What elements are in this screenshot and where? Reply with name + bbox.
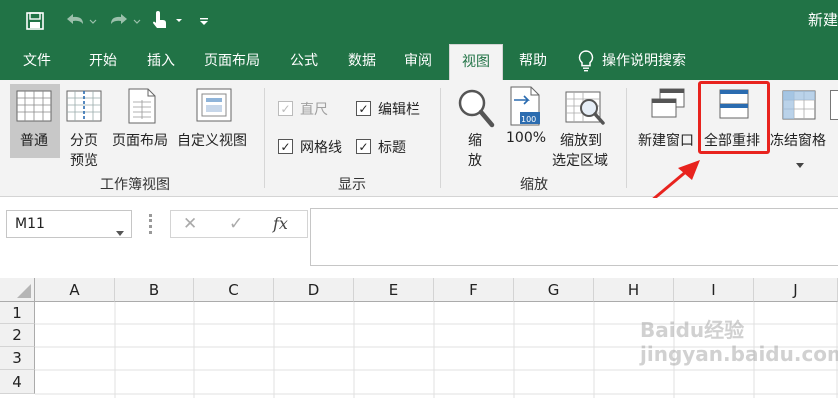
ruler-label: 直尺	[300, 102, 328, 118]
group-separator	[264, 88, 265, 188]
tab-formulas[interactable]: 公式	[276, 42, 332, 80]
custom-views-icon[interactable]	[196, 88, 232, 126]
baidu-watermark: Baidu经验 jingyan.baidu.com	[640, 318, 838, 388]
page-break-preview-label-1: 分页	[70, 133, 98, 149]
tab-review[interactable]: 审阅	[390, 42, 446, 80]
page-break-preview-icon[interactable]	[66, 90, 102, 126]
formula-input[interactable]	[310, 208, 838, 266]
group-separator	[440, 88, 441, 188]
formula-bar-area: M11 ✕ ✓ fx	[0, 198, 838, 276]
zoom-label-2: 放	[468, 153, 482, 169]
gridlines-checkbox[interactable]: ✓	[278, 139, 293, 154]
name-box-value: M11	[15, 216, 45, 232]
formula-buttons: ✕ ✓ fx	[170, 210, 308, 238]
tell-me-search[interactable]: 操作说明搜索	[602, 42, 702, 80]
insert-function-icon[interactable]: fx	[273, 214, 288, 233]
zoom-to-selection-icon[interactable]	[565, 88, 605, 130]
zoom-100-label[interactable]: 100%	[506, 130, 546, 146]
tab-file[interactable]: 文件	[8, 42, 66, 80]
page-layout-view-icon[interactable]	[128, 88, 156, 128]
normal-view-label: 普通	[20, 133, 48, 149]
zoom-icon[interactable]	[457, 88, 495, 132]
enter-icon[interactable]: ✓	[229, 214, 243, 234]
page-break-preview-label-2: 预览	[70, 153, 98, 169]
undo-icon[interactable]	[60, 8, 100, 34]
zoom-group-label: 缩放	[520, 177, 548, 193]
lightbulb-icon	[574, 48, 598, 74]
formula-bar-label: 编辑栏	[378, 102, 420, 118]
zoom-to-selection-label-1: 缩放到	[560, 133, 602, 149]
tab-page-layout[interactable]: 页面布局	[196, 42, 268, 80]
zoom-label-1: 缩	[468, 133, 482, 149]
formula-bar-checkbox[interactable]: ✓	[356, 101, 371, 116]
title-bar: 新建	[0, 0, 838, 42]
touch-mode-icon[interactable]	[148, 8, 188, 34]
new-window-icon[interactable]	[650, 88, 686, 124]
freeze-panes-icon[interactable]	[782, 90, 816, 124]
page-layout-view-label[interactable]: 页面布局	[112, 130, 168, 150]
custom-views-label[interactable]: 自定义视图	[177, 130, 247, 150]
gridlines-label: 网格线	[300, 140, 342, 156]
name-box[interactable]: M11	[6, 210, 132, 238]
name-box-dropdown-icon[interactable]	[116, 222, 124, 241]
ribbon-panel: 普通 分页 预览 页面布局 自定义视图 工作簿视图 ✓ 直尺 ✓ 编辑栏 ✓ 网…	[0, 80, 838, 197]
save-icon[interactable]	[22, 8, 48, 34]
headings-checkbox[interactable]: ✓	[356, 139, 371, 154]
redo-icon[interactable]	[104, 8, 144, 34]
tab-data[interactable]: 数据	[334, 42, 390, 80]
tab-view[interactable]: 视图	[449, 44, 503, 80]
zoom-100-icon-text: 100	[521, 115, 537, 124]
ribbon-tab-bar: 文件 开始 插入 页面布局 公式 数据 审阅 视图 帮助 操作说明搜索	[0, 42, 838, 80]
show-group-label: 显示	[338, 177, 366, 193]
freeze-panes-label[interactable]: 冻结窗格	[770, 130, 826, 150]
tab-insert[interactable]: 插入	[132, 42, 190, 80]
customize-toolbar-icon[interactable]	[196, 8, 212, 34]
ruler-checkbox[interactable]: ✓	[278, 101, 293, 116]
cancel-icon[interactable]: ✕	[183, 214, 197, 234]
workbook-views-group-label: 工作簿视图	[100, 177, 170, 193]
tab-home[interactable]: 开始	[74, 42, 132, 80]
headings-label: 标题	[378, 140, 406, 156]
normal-view-icon	[16, 90, 52, 126]
freeze-panes-dropdown-icon[interactable]	[796, 154, 804, 173]
window-title: 新建	[807, 11, 838, 29]
split-icon[interactable]	[830, 90, 838, 120]
formula-bar-grip[interactable]	[149, 214, 152, 234]
watermark-text: Baidu经验 jingyan.baidu.com	[640, 318, 838, 366]
tab-help[interactable]: 帮助	[505, 42, 561, 80]
